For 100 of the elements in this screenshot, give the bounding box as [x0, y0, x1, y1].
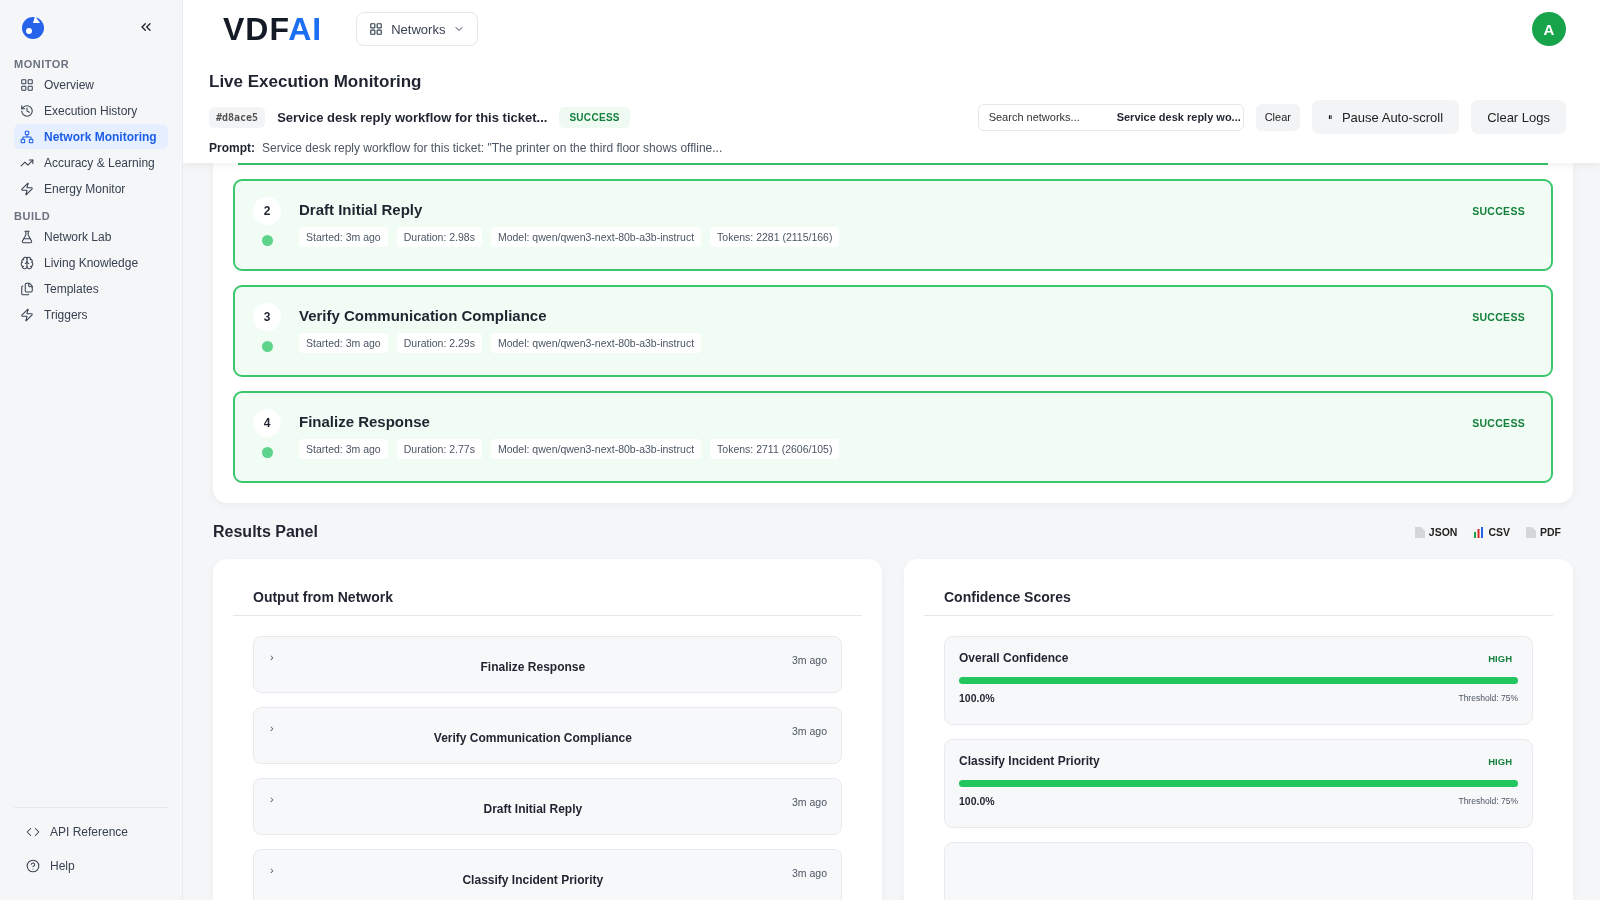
nav-label: Templates: [44, 281, 99, 296]
nav-label: API Reference: [50, 825, 129, 839]
confidence-level-label: HIGH: [1488, 755, 1512, 767]
output-item[interactable]: › Draft Initial Reply 3m ago: [253, 778, 842, 835]
output-time: 3m ago: [791, 867, 827, 879]
score-name: Overall Confidence: [959, 651, 1069, 665]
output-item[interactable]: › Finalize Response 3m ago: [253, 636, 842, 693]
files-icon: [20, 281, 34, 296]
chevron-icon: ›: [270, 651, 274, 663]
nav-item[interactable]: Triggers: [14, 302, 168, 327]
card-title: Output from Network: [233, 589, 862, 616]
grid-icon: [20, 77, 34, 92]
status-dot: [261, 235, 273, 246]
run-id: #d8ace5: [209, 106, 266, 128]
nav-item[interactable]: Templates: [14, 276, 168, 301]
meta-chip: Started: 3m ago: [299, 333, 388, 353]
networks-dropdown[interactable]: Networks: [356, 12, 479, 46]
step-title: Verify Communication Compliance: [299, 307, 548, 324]
step-title: Finalize Response: [299, 413, 431, 430]
output-item[interactable]: › Verify Communication Compliance 3m ago: [253, 707, 842, 764]
card-title: Confidence Scores: [924, 589, 1553, 616]
nav-label: Triggers: [44, 307, 88, 322]
output-time: 3m ago: [791, 725, 827, 737]
nav-label: Network Lab: [44, 229, 112, 244]
export-button[interactable]: CSV: [1473, 524, 1510, 540]
nav-item[interactable]: Execution History: [14, 98, 168, 123]
nav-item[interactable]: Living Knowledge: [14, 250, 168, 275]
nav-item[interactable]: Energy Monitor: [14, 176, 168, 201]
section-title: BUILD: [14, 210, 52, 222]
page-title: Live Execution Monitoring: [209, 72, 423, 92]
clear-button[interactable]: Clear: [1255, 103, 1300, 131]
nav-label: Execution History: [44, 103, 138, 118]
nav-label: Help: [50, 859, 75, 873]
output-title: Draft Initial Reply: [482, 802, 584, 816]
output-title: Verify Communication Compliance: [432, 731, 633, 745]
output-title: Classify Incident Priority: [461, 873, 605, 887]
chevron-icon: ›: [270, 864, 274, 876]
help-icon: [26, 859, 40, 873]
chevron-icon: ›: [270, 722, 274, 734]
nav-item[interactable]: Network Monitoring: [14, 124, 168, 149]
prompt-text: Prompt: Service desk reply workflow for this ticket: "The printer on the third floor shows offline...: [209, 141, 724, 155]
score-value: 100.0%: [959, 692, 995, 704]
step-number: 4: [253, 409, 281, 437]
meta-chip: Model: qwen/qwen3-next-80b-a3b-instruct: [490, 439, 702, 459]
meta-chip: Model: qwen/qwen3-next-80b-a3b-instruct: [490, 227, 702, 247]
status-dot: [261, 341, 273, 352]
nav-label: Accuracy & Learning: [44, 155, 155, 170]
threshold-text: Threshold: 75%: [1458, 693, 1518, 703]
file-icon: [1526, 526, 1536, 538]
step-status: SUCCESS: [1472, 417, 1525, 431]
meta-chip: Duration: 2.29s: [396, 333, 482, 353]
nav-item[interactable]: Overview: [14, 72, 168, 97]
section-title: Results Panel: [213, 523, 318, 541]
meta-chip: Tokens: 2281 (2115/166): [710, 227, 840, 247]
step-title: Draft Initial Reply: [299, 201, 424, 218]
nav-item[interactable]: Accuracy & Learning: [14, 150, 168, 175]
meta-chip: Started: 3m ago: [299, 439, 388, 459]
selected-network[interactable]: Service desk reply wo...: [1116, 111, 1241, 123]
clear-logs-button[interactable]: Clear Logs: [1471, 100, 1566, 134]
status-badge: SUCCESS: [559, 106, 630, 128]
meta-chip: Model: qwen/qwen3-next-80b-a3b-instruct: [490, 333, 702, 353]
output-item[interactable]: › Classify Incident Priority 3m ago: [253, 849, 842, 900]
run-name: Service desk reply workflow for this ticket...: [277, 109, 548, 125]
output-time: 3m ago: [791, 654, 827, 666]
output-title: Finalize Response: [479, 660, 587, 674]
file-icon: [1414, 526, 1425, 538]
step-number: 3: [253, 303, 281, 331]
lightning-icon: [20, 307, 34, 322]
status-dot: [261, 447, 273, 458]
brain-icon: [20, 255, 34, 270]
meta-chip: Tokens: 2711 (2606/105): [710, 439, 840, 459]
lightning-icon: [20, 181, 34, 196]
nav-item[interactable]: Network Lab: [14, 224, 168, 249]
logo: VDFAI: [223, 10, 323, 48]
meta-chip: Duration: 2.77s: [396, 439, 482, 459]
score-name: Classify Incident Priority: [959, 754, 1100, 768]
nav-item[interactable]: Help: [14, 853, 168, 879]
flask-icon: [20, 229, 34, 244]
nav-item[interactable]: API Reference: [14, 819, 168, 845]
pause-button[interactable]: ⏸ Pause Auto-scroll: [1311, 100, 1460, 134]
nav-label: Overview: [44, 77, 94, 92]
export-button[interactable]: PDF: [1526, 524, 1561, 540]
chevron-icon: ›: [270, 793, 274, 805]
threshold-text: Threshold: 75%: [1458, 796, 1518, 806]
code-icon: [26, 825, 40, 839]
meta-chip: Duration: 2.98s: [396, 227, 482, 247]
export-button[interactable]: JSON: [1414, 524, 1458, 540]
step-status: SUCCESS: [1472, 311, 1525, 325]
step-number: 2: [253, 197, 281, 225]
nav-label: Living Knowledge: [44, 255, 139, 270]
confidence-level-label: HIGH: [1488, 652, 1512, 664]
nav-label: Network Monitoring: [44, 129, 157, 144]
meta-chip: Started: 3m ago: [299, 227, 388, 247]
history-icon: [20, 103, 34, 118]
step-status: SUCCESS: [1472, 205, 1525, 219]
output-time: 3m ago: [791, 796, 827, 808]
grid-icon: [369, 22, 384, 36]
network-icon: [20, 129, 34, 144]
score-value: 100.0%: [959, 795, 995, 807]
nav-label: Energy Monitor: [44, 181, 126, 196]
